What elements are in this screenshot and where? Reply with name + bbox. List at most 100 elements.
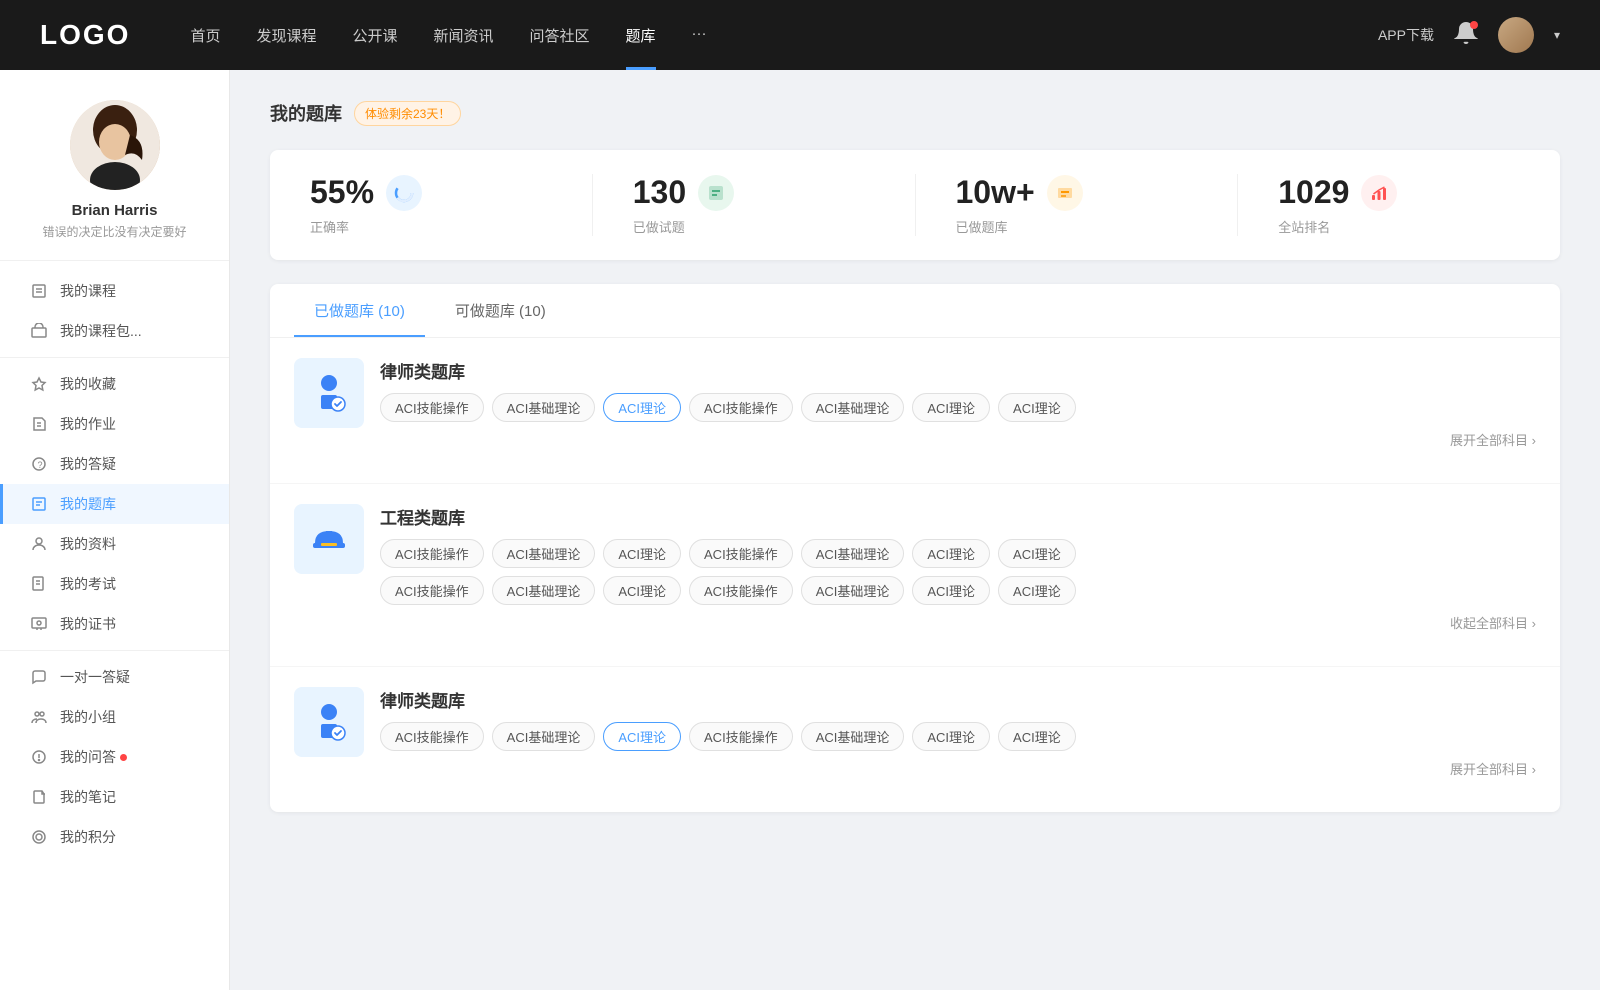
- tag-eng-r2-3[interactable]: ACI技能操作: [689, 576, 793, 605]
- notification-bell[interactable]: [1454, 21, 1478, 50]
- tag-law-3[interactable]: ACI技能操作: [689, 393, 793, 422]
- nav-open-course[interactable]: 公开课: [352, 25, 397, 46]
- sidebar-item-my-qa[interactable]: ? 我的答疑: [0, 444, 229, 484]
- qbank-tags-law: ACI技能操作 ACI基础理论 ACI理论 ACI技能操作 ACI基础理论 AC…: [380, 393, 1536, 422]
- stat-accuracy-value: 55%: [310, 174, 374, 211]
- tag-eng-2[interactable]: ACI理论: [603, 539, 681, 568]
- profile-motto: 错误的决定比没有决定要好: [42, 223, 186, 240]
- course-pkg-icon: [30, 322, 48, 340]
- sidebar-profile: Brian Harris 错误的决定比没有决定要好: [0, 100, 229, 261]
- tag-eng-5[interactable]: ACI理论: [912, 539, 990, 568]
- tag-law2-3[interactable]: ACI技能操作: [689, 722, 793, 751]
- sidebar-item-one-on-one[interactable]: 一对一答疑: [0, 657, 229, 697]
- qbank-icon-law: [294, 358, 364, 428]
- tag-law-6[interactable]: ACI理论: [998, 393, 1076, 422]
- svg-text:?: ?: [38, 460, 43, 470]
- stat-banks-value: 10w+: [956, 174, 1035, 211]
- qbank-name-law: 律师类题库: [380, 358, 1536, 383]
- tag-eng-4[interactable]: ACI基础理论: [801, 539, 905, 568]
- tag-law2-2[interactable]: ACI理论: [603, 722, 681, 751]
- qbank-icon: [30, 495, 48, 513]
- profile-chevron-icon[interactable]: ▾: [1554, 28, 1560, 42]
- sidebar-item-my-points[interactable]: 我的积分: [0, 817, 229, 857]
- main-content: 我的题库 体验剩余23天！ 55% 正确率 13: [230, 70, 1600, 990]
- tag-law-4[interactable]: ACI基础理论: [801, 393, 905, 422]
- tab-done-banks[interactable]: 已做题库 (10): [294, 284, 425, 337]
- page-header: 我的题库 体验剩余23天！: [270, 100, 1560, 126]
- tag-eng-1[interactable]: ACI基础理论: [492, 539, 596, 568]
- sidebar-item-my-data[interactable]: 我的资料: [0, 524, 229, 564]
- tag-law-2[interactable]: ACI理论: [603, 393, 681, 422]
- tabs-container: 已做题库 (10) 可做题库 (10) 律师类题库: [270, 284, 1560, 812]
- tag-eng-0[interactable]: ACI技能操作: [380, 539, 484, 568]
- answers-icon: [30, 748, 48, 766]
- sidebar-item-favorites[interactable]: 我的收藏: [0, 364, 229, 404]
- stat-ranking: 1029 全站排名: [1238, 174, 1560, 236]
- tag-law2-0[interactable]: ACI技能操作: [380, 722, 484, 751]
- sidebar-item-my-cert[interactable]: 我的证书: [0, 604, 229, 644]
- sidebar-label-favorites: 我的收藏: [60, 374, 116, 394]
- app-download-button[interactable]: APP下载: [1378, 25, 1434, 45]
- stat-done-label: 已做试题: [633, 217, 685, 236]
- sidebar-label-my-cert: 我的证书: [60, 614, 116, 634]
- expand-law2-link[interactable]: 展开全部科目 ›: [380, 759, 1536, 778]
- sidebar-item-my-group[interactable]: 我的小组: [0, 697, 229, 737]
- sidebar-label-my-points: 我的积分: [60, 827, 116, 847]
- nav-discover[interactable]: 发现课程: [256, 25, 316, 46]
- nav-news[interactable]: 新闻资讯: [434, 25, 494, 46]
- sidebar-item-homework[interactable]: 我的作业: [0, 404, 229, 444]
- accuracy-icon: [386, 175, 422, 211]
- sidebar-item-my-notes[interactable]: 我的笔记: [0, 777, 229, 817]
- page-title: 我的题库: [270, 100, 342, 126]
- qbank-icon-law2: [294, 687, 364, 757]
- tag-law2-4[interactable]: ACI基础理论: [801, 722, 905, 751]
- sidebar-item-my-answers[interactable]: 我的问答: [0, 737, 229, 777]
- tag-law-1[interactable]: ACI基础理论: [492, 393, 596, 422]
- sidebar-label-course-pkg: 我的课程包...: [60, 321, 142, 341]
- logo[interactable]: LOGO: [40, 19, 130, 51]
- expand-law-link[interactable]: 展开全部科目 ›: [380, 430, 1536, 449]
- sidebar-label-homework: 我的作业: [60, 414, 116, 434]
- tab-available-banks[interactable]: 可做题库 (10): [435, 284, 566, 337]
- navbar-links: 首页 发现课程 公开课 新闻资讯 问答社区 题库 ···: [190, 25, 1378, 46]
- tag-law2-6[interactable]: ACI理论: [998, 722, 1076, 751]
- sidebar-label-my-notes: 我的笔记: [60, 787, 116, 807]
- nav-more[interactable]: ···: [692, 25, 707, 46]
- tag-eng-r2-6[interactable]: ACI理论: [998, 576, 1076, 605]
- notification-dot: [1470, 21, 1478, 29]
- tag-eng-r2-1[interactable]: ACI基础理论: [492, 576, 596, 605]
- sidebar-label-my-qa: 我的答疑: [60, 454, 116, 474]
- collapse-engineering-link[interactable]: 收起全部科目 ›: [380, 613, 1536, 632]
- tag-eng-3[interactable]: ACI技能操作: [689, 539, 793, 568]
- tag-law2-5[interactable]: ACI理论: [912, 722, 990, 751]
- stat-done-questions: 130 已做试题: [593, 174, 916, 236]
- sidebar-label-my-group: 我的小组: [60, 707, 116, 727]
- qbank-header-law: 律师类题库 ACI技能操作 ACI基础理论 ACI理论 ACI技能操作 ACI基…: [294, 358, 1536, 449]
- qbank-info-engineering: 工程类题库 ACI技能操作 ACI基础理论 ACI理论 ACI技能操作 ACI基…: [380, 504, 1536, 632]
- homework-icon: [30, 415, 48, 433]
- nav-qa[interactable]: 问答社区: [530, 25, 590, 46]
- sidebar-menu: 我的课程 我的课程包... 我的收藏 我的作业: [0, 271, 229, 857]
- tag-eng-6[interactable]: ACI理论: [998, 539, 1076, 568]
- data-icon: [30, 535, 48, 553]
- tag-law-5[interactable]: ACI理论: [912, 393, 990, 422]
- tag-eng-r2-2[interactable]: ACI理论: [603, 576, 681, 605]
- tag-eng-r2-0[interactable]: ACI技能操作: [380, 576, 484, 605]
- nav-home[interactable]: 首页: [190, 25, 220, 46]
- stat-banks-top: 10w+: [956, 174, 1083, 211]
- qbank-info-law2: 律师类题库 ACI技能操作 ACI基础理论 ACI理论 ACI技能操作 ACI基…: [380, 687, 1536, 778]
- avatar[interactable]: [1498, 17, 1534, 53]
- sidebar-item-my-exam[interactable]: 我的考试: [0, 564, 229, 604]
- stat-ranking-value: 1029: [1278, 174, 1349, 211]
- sidebar-label-one-on-one: 一对一答疑: [60, 667, 130, 687]
- sidebar-item-course-pkg[interactable]: 我的课程包...: [0, 311, 229, 351]
- sidebar-item-my-courses[interactable]: 我的课程: [0, 271, 229, 311]
- tag-eng-r2-4[interactable]: ACI基础理论: [801, 576, 905, 605]
- cert-icon: [30, 615, 48, 633]
- tag-eng-r2-5[interactable]: ACI理论: [912, 576, 990, 605]
- tag-law2-1[interactable]: ACI基础理论: [492, 722, 596, 751]
- tag-law-0[interactable]: ACI技能操作: [380, 393, 484, 422]
- nav-qbank[interactable]: 题库: [626, 25, 656, 46]
- sidebar-item-my-qbank[interactable]: 我的题库: [0, 484, 229, 524]
- sidebar: Brian Harris 错误的决定比没有决定要好 我的课程 我的课程包...: [0, 70, 230, 990]
